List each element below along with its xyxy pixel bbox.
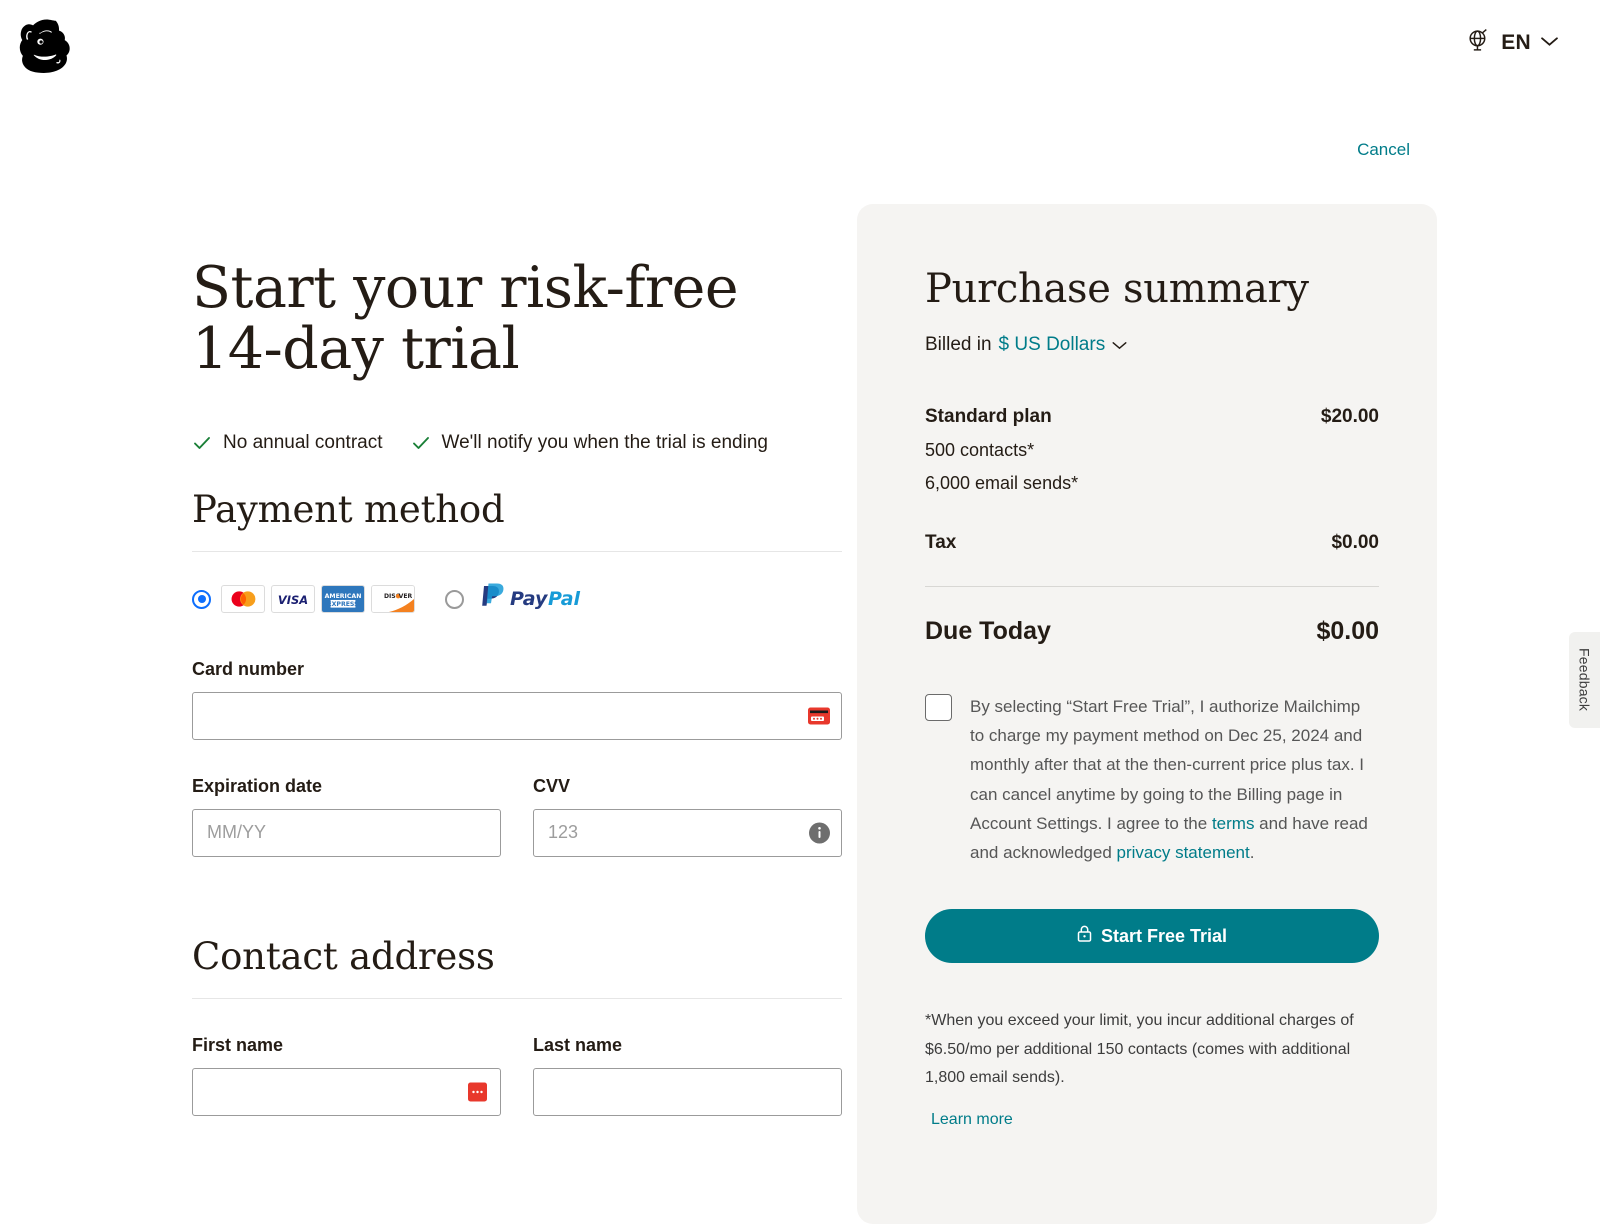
divider xyxy=(192,550,842,552)
divider xyxy=(925,586,1379,587)
card-brand-logos: VISA AMERICAN EXPRESS DISC VER xyxy=(221,585,415,614)
radio-credit-card[interactable] xyxy=(192,589,211,609)
last-name-field: Last name xyxy=(533,1035,842,1116)
card-number-field: Card number xyxy=(192,659,842,740)
billed-in-label: Billed in xyxy=(925,334,992,355)
billing-currency-row: Billed in $ US Dollars xyxy=(925,334,1379,356)
expiration-label: Expiration date xyxy=(192,775,323,796)
last-name-input[interactable] xyxy=(533,1067,842,1116)
expiration-input[interactable] xyxy=(192,808,501,857)
due-today-row: Due Today $0.00 xyxy=(925,617,1379,646)
paypal-option[interactable]: Pay Pal xyxy=(445,582,586,617)
terms-link[interactable]: terms xyxy=(1212,814,1255,833)
info-icon[interactable] xyxy=(809,822,830,844)
consent-text: By selecting “Start Free Trial”, I autho… xyxy=(970,692,1379,867)
purchase-summary-title: Purchase summary xyxy=(925,266,1309,312)
overage-footnote: *When you exceed your limit, you incur a… xyxy=(925,1012,1354,1087)
feedback-tab[interactable]: Feedback xyxy=(1569,632,1600,728)
tax-row: Tax $0.00 xyxy=(925,532,1379,554)
svg-text:Pay: Pay xyxy=(510,588,549,610)
plan-name: Standard plan xyxy=(925,406,1052,427)
consent-block: By selecting “Start Free Trial”, I autho… xyxy=(925,692,1379,867)
visa-icon: VISA xyxy=(271,585,315,614)
discover-icon: DISC VER xyxy=(371,585,415,614)
mastercard-icon xyxy=(221,585,265,614)
purchase-summary-panel: Purchase summary Billed in $ US Dollars … xyxy=(857,204,1437,1224)
svg-text:VISA: VISA xyxy=(278,593,308,607)
cvv-field: CVV xyxy=(533,776,842,857)
paypal-logo-icon: Pay Pal xyxy=(476,582,586,617)
lock-icon xyxy=(1077,925,1092,947)
benefit-label: No annual contract xyxy=(223,431,383,453)
first-name-input[interactable] xyxy=(192,1067,501,1116)
svg-text:EXPRESS: EXPRESS xyxy=(327,602,358,609)
divider xyxy=(192,997,842,999)
check-icon xyxy=(192,433,212,453)
checkout-form: Start your risk-free 14-day trial No ann… xyxy=(192,258,842,1116)
expiration-cvv-row: Expiration date CVV xyxy=(192,776,842,857)
mailchimp-logo-icon[interactable] xyxy=(16,14,78,86)
top-bar: EN xyxy=(0,0,1600,104)
cvv-input[interactable] xyxy=(533,808,842,857)
start-free-trial-label: Start Free Trial xyxy=(1100,925,1228,946)
start-free-trial-button[interactable]: Start Free Trial xyxy=(925,909,1379,964)
svg-text:Pal: Pal xyxy=(548,588,581,610)
cancel-link[interactable]: Cancel xyxy=(1357,140,1410,160)
benefit-item: We'll notify you when the trial is endin… xyxy=(411,432,768,454)
headline-line-2: 14-day trial xyxy=(192,315,520,382)
summary-line-items: Standard plan $20.00 500 contacts* 6,000… xyxy=(925,406,1379,554)
payment-method-title: Payment method xyxy=(192,487,505,531)
benefits-list: No annual contract We'll notify you when… xyxy=(192,432,842,454)
consent-text-part-1: By selecting “Start Free Trial”, I autho… xyxy=(970,697,1365,833)
plan-price: $20.00 xyxy=(1320,406,1379,427)
due-today-label: Due Today xyxy=(925,617,1051,645)
american-express-icon: AMERICAN EXPRESS xyxy=(321,585,365,614)
card-number-input[interactable] xyxy=(192,691,842,740)
svg-text:AMERICAN: AMERICAN xyxy=(325,594,362,601)
name-row: First name Last name xyxy=(192,1035,842,1116)
plan-row: Standard plan $20.00 xyxy=(925,406,1379,428)
first-name-field: First name xyxy=(192,1035,501,1116)
privacy-statement-link[interactable]: privacy statement xyxy=(1117,843,1250,862)
chevron-down-icon[interactable] xyxy=(1112,334,1127,356)
cvv-label: CVV xyxy=(533,775,571,796)
feedback-label: Feedback xyxy=(1576,648,1593,712)
authorization-checkbox[interactable] xyxy=(925,694,952,721)
tax-amount: $0.00 xyxy=(1331,532,1379,553)
last-name-label: Last name xyxy=(533,1034,623,1055)
language-selector[interactable]: EN xyxy=(1466,28,1558,58)
page-title: Start your risk-free 14-day trial xyxy=(192,258,842,380)
card-number-label: Card number xyxy=(192,658,305,679)
payment-method-options: VISA AMERICAN EXPRESS DISC VER Pay Pal xyxy=(192,582,842,617)
expiration-field: Expiration date xyxy=(192,776,501,857)
globe-icon xyxy=(1466,28,1491,58)
chevron-down-icon xyxy=(1541,34,1558,52)
benefit-item: No annual contract xyxy=(192,432,383,454)
plan-detail: 6,000 email sends* xyxy=(925,473,1079,493)
radio-paypal[interactable] xyxy=(445,589,464,609)
tax-label: Tax xyxy=(925,532,957,553)
language-code: EN xyxy=(1501,31,1531,54)
benefit-label: We'll notify you when the trial is endin… xyxy=(441,431,768,453)
headline-line-1: Start your risk-free xyxy=(192,255,739,321)
check-icon xyxy=(411,433,431,453)
consent-text-part-3: . xyxy=(1249,843,1255,863)
contact-address-title: Contact address xyxy=(192,934,495,978)
currency-value[interactable]: $ US Dollars xyxy=(999,334,1106,356)
due-today-amount: $0.00 xyxy=(1316,617,1379,645)
svg-text:VER: VER xyxy=(399,594,413,601)
plan-detail: 500 contacts* xyxy=(925,440,1035,460)
learn-more-link[interactable]: Learn more xyxy=(931,1111,1013,1129)
first-name-label: First name xyxy=(192,1034,284,1055)
